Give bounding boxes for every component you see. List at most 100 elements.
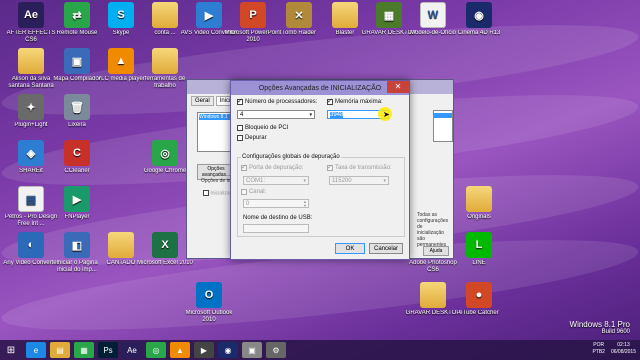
mouse-pointer-icon: ➤: [383, 110, 390, 119]
debug-port-label: Porta de depuração:: [248, 165, 304, 172]
taskbar-notes-button[interactable]: ▣: [242, 342, 262, 358]
folder-icon: [152, 2, 178, 28]
desktop-icon[interactable]: ◉ Cinema 4D R13: [450, 2, 508, 37]
folder-icon: [18, 48, 44, 74]
taskbar-chrome-button[interactable]: ◎: [146, 342, 166, 358]
taskbar-cinema4d-button[interactable]: ◉: [218, 342, 238, 358]
channel-label: Canal:: [248, 189, 267, 196]
app-icon: S: [108, 2, 134, 28]
app-icon: ◐: [18, 232, 44, 258]
checkbox-icon: [237, 97, 243, 106]
right-listbox[interactable]: [433, 110, 453, 142]
checkbox-icon: [327, 163, 333, 172]
app-icon: Ae: [18, 2, 44, 28]
os-listbox[interactable]: Windows 8.1: [197, 112, 233, 152]
folder-icon: [420, 282, 446, 308]
taskbar-store-button[interactable]: ▦: [74, 342, 94, 358]
baud-rate-label: Taxa de transmissão:: [334, 165, 392, 172]
usb-target-input[interactable]: [243, 224, 309, 233]
pci-lock-label: Bloqueio de PCI: [244, 125, 289, 132]
desktop-icon-label: Originals: [467, 214, 491, 220]
channel-checkbox[interactable]: Canal:: [241, 189, 266, 196]
system-tray: POR PTB2 02:13 06/08/2015: [592, 342, 636, 356]
desktop-icon[interactable]: ▶ FNPlayer: [48, 186, 106, 221]
ok-button[interactable]: OK: [335, 243, 365, 254]
debug-checkbox[interactable]: Depurar: [237, 135, 267, 142]
desktop-icon-label: Cinema 4D R13: [457, 30, 501, 36]
baud-rate-checkbox[interactable]: Taxa de transmissão:: [327, 163, 392, 172]
num-processors-checkbox[interactable]: Número de processadores:: [237, 97, 318, 106]
taskbar-photoshop-button[interactable]: Ps: [98, 342, 118, 358]
app-icon: L: [466, 232, 492, 258]
baud-rate-select[interactable]: 115200 ▾: [329, 176, 389, 185]
windows-version-watermark: Windows 8.1 Pro Build 9600: [569, 320, 630, 335]
desktop-icon[interactable]: L LINE: [450, 232, 508, 267]
permanent-settings-text: Todas as configurações de inicialização …: [417, 212, 449, 248]
file-icon: W: [420, 2, 446, 28]
app-icon: ▶: [196, 2, 222, 28]
dialog-titlebar[interactable]: Opções Avançadas de INICIALIZAÇÃO ✕: [231, 81, 409, 95]
checkbox-icon: [237, 125, 243, 132]
checkbox-icon: [241, 163, 247, 172]
chevron-down-icon: ▾: [309, 112, 312, 118]
file-icon: ▤: [18, 186, 44, 212]
global-debug-group-title: Configurações globais de depuração: [241, 154, 341, 160]
app-icon: P: [240, 2, 266, 28]
app-icon: X: [152, 232, 178, 258]
start-button[interactable]: ⊞: [0, 340, 22, 360]
desktop-icon-label: Microsoft Excel 2010: [137, 260, 193, 266]
channel-spinner[interactable]: 0 ▲ ▼: [243, 199, 309, 208]
desktop-icon[interactable]: 🗑 Lixeira: [48, 94, 106, 129]
desktop-icon-label: LINE: [472, 260, 486, 266]
taskbar-internet-explorer-button[interactable]: e: [26, 342, 46, 358]
app-icon: ◈: [18, 140, 44, 166]
app-icon: ●: [466, 282, 492, 308]
usb-target-label: Nome de destino de USB:: [243, 215, 313, 221]
desktop-icon-label: Microsoft Outlook 2010: [185, 310, 233, 323]
app-icon: ◉: [466, 2, 492, 28]
taskbar-settings-button[interactable]: ⚙: [266, 342, 286, 358]
spinner-arrows-icon: ▲ ▼: [303, 199, 307, 208]
desktop-icon-label: eTube Catcher: [459, 310, 499, 316]
desktop-icon[interactable]: C CCleaner: [48, 140, 106, 175]
dialog-title: Opções Avançadas de INICIALIZAÇÃO: [258, 84, 382, 92]
taskbar-buttons: e ▤ ▦ Ps Ae ◎ ▲ ▶ ◉ ▣ ⚙: [22, 342, 286, 358]
tab-geral[interactable]: Geral: [191, 96, 214, 106]
desktop-icon-label: CCleaner: [64, 168, 90, 174]
cancel-button[interactable]: Cancelar: [369, 243, 403, 254]
app-icon: O: [196, 282, 222, 308]
close-button[interactable]: ✕: [387, 81, 409, 93]
desktop-icon[interactable]: ● eTube Catcher: [450, 282, 508, 317]
taskbar-vlc-button[interactable]: ▲: [170, 342, 190, 358]
folder-icon: [466, 186, 492, 212]
num-processors-label: Número de processadores:: [244, 99, 318, 106]
taskbar: ⊞ e ▤ ▦ Ps Ae ◎ ▲ ▶ ◉ ▣ ⚙ POR PTB2 02:13 06/08/201…: [0, 340, 640, 360]
app-icon: ◧: [64, 232, 90, 258]
taskbar-after-effects-button[interactable]: Ae: [122, 342, 142, 358]
debug-port-checkbox[interactable]: Porta de depuração:: [241, 163, 304, 172]
app-icon: ▦: [376, 2, 402, 28]
desktop-icon[interactable]: O Microsoft Outlook 2010: [180, 282, 238, 324]
taskbar-media-button[interactable]: ▶: [194, 342, 214, 358]
os-list-item[interactable]: Windows 8.1: [199, 114, 231, 120]
taskbar-file-explorer-button[interactable]: ▤: [50, 342, 70, 358]
language-indicator[interactable]: POR PTB2: [592, 342, 605, 356]
clock[interactable]: 02:13 06/08/2015: [611, 342, 636, 356]
folder-icon: [108, 232, 134, 258]
app-icon: ▶: [64, 186, 90, 212]
chevron-down-icon: ▾: [383, 178, 386, 184]
desktop-icon-label: FNPlayer: [64, 214, 90, 220]
checkbox-icon: [241, 189, 247, 196]
pci-lock-checkbox[interactable]: Bloqueio de PCI: [237, 125, 288, 132]
folder-icon: [152, 48, 178, 74]
checkbox-icon: [327, 97, 333, 106]
num-processors-select[interactable]: 4 ▾: [237, 110, 315, 119]
app-icon: ⇄: [64, 2, 90, 28]
checkbox-icon: [237, 135, 243, 142]
app-icon: C: [64, 140, 90, 166]
app-icon: ▣: [64, 48, 90, 74]
desktop-icon[interactable]: Originals: [450, 186, 508, 221]
debug-port-select[interactable]: COM1: ▾: [243, 176, 309, 185]
max-memory-checkbox[interactable]: Memória máxima:: [327, 97, 383, 106]
help-button[interactable]: Ajuda: [423, 246, 449, 256]
